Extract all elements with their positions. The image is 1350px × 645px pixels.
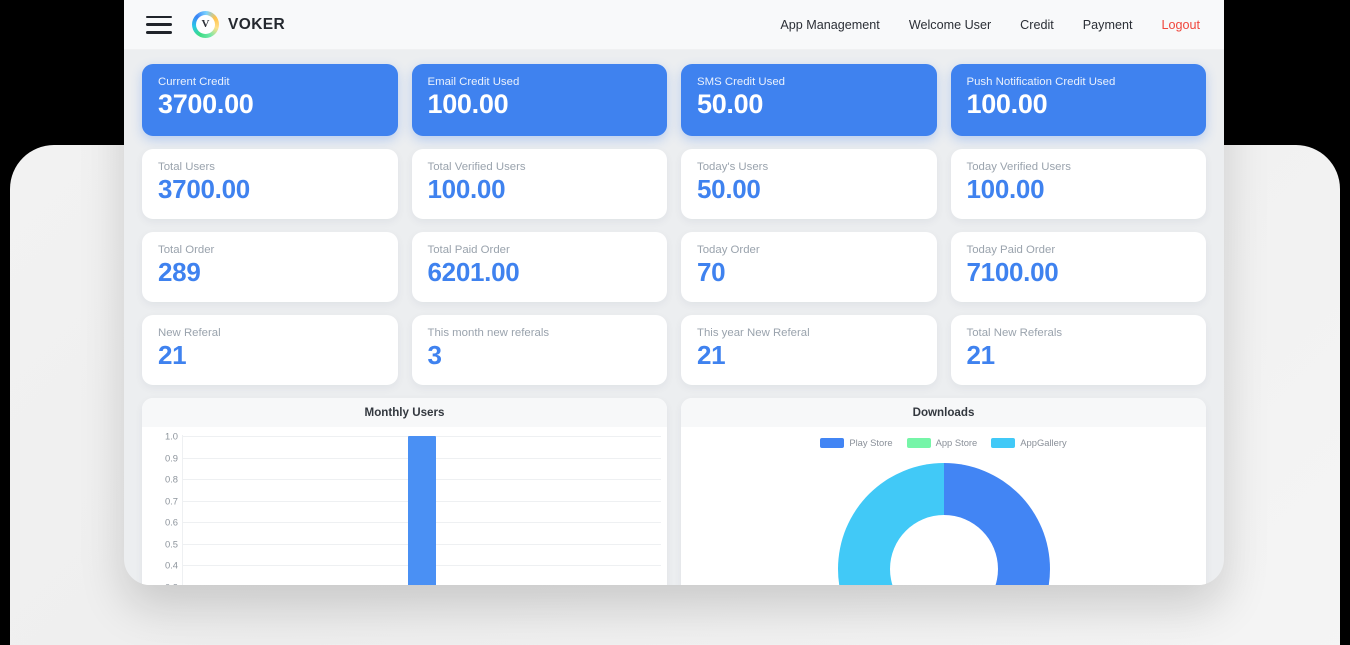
stat-label: Total Order: [158, 244, 215, 256]
stat-label: Current Credit: [158, 76, 230, 88]
stat-value: 3700.00: [158, 174, 250, 204]
y-axis-tick-label: 0.6: [164, 516, 178, 528]
y-axis-tick-label: 0.5: [164, 538, 178, 549]
dashboard-content: Current Credit 3700.00 Email Credit Used…: [124, 50, 1224, 585]
stat-card-total-users[interactable]: Total Users 3700.00: [142, 149, 398, 219]
legend-item[interactable]: Play Store: [820, 437, 893, 448]
legend-label: App Store: [935, 437, 978, 448]
bar[interactable]: [408, 436, 436, 585]
stat-card-email-credit-used[interactable]: Email Credit Used 100.00: [411, 64, 667, 136]
stat-value: 100.00: [427, 174, 506, 204]
bar-chart-plot-area[interactable]: 1.0 0.9 0.8 0.7 0.6 0.5 0.4 0.3: [142, 427, 667, 585]
stat-label: New Referal: [158, 327, 221, 339]
nav-item-welcome-user[interactable]: Welcome User: [909, 18, 991, 32]
nav-item-app-management[interactable]: App Management: [780, 18, 879, 32]
stat-value: 100.00: [427, 89, 509, 119]
stat-value: 3: [427, 340, 442, 370]
downloads-chart-card: Downloads Play Store App Store AppGallery: [681, 398, 1206, 585]
stat-card-total-new-referals[interactable]: Total New Referals 21: [950, 315, 1206, 385]
stat-value: 7100.00: [966, 257, 1059, 287]
legend-item[interactable]: AppGallery: [991, 437, 1067, 448]
stat-value: 6201.00: [427, 257, 520, 287]
legend-label: Play Store: [849, 437, 893, 448]
y-axis-tick-label: 0.4: [164, 559, 178, 571]
stat-card-current-credit[interactable]: Current Credit 3700.00: [142, 64, 398, 136]
stat-label: SMS Credit Used: [697, 76, 785, 88]
y-axis-tick-label: 0.3: [142, 581, 178, 585]
donut-chart-ring[interactable]: [837, 463, 1050, 585]
stat-card-today-paid-order[interactable]: Today Paid Order 7100.00: [950, 232, 1206, 302]
nav-item-payment[interactable]: Payment: [1083, 18, 1133, 32]
legend-item[interactable]: App Store: [906, 437, 978, 448]
stat-label: Email Credit Used: [427, 76, 520, 88]
stat-card-total-order[interactable]: Total Order 289: [142, 232, 398, 302]
stat-value: 21: [158, 340, 187, 370]
legend-color-swatch: [820, 437, 845, 448]
donut-chart-legend: Play Store App Store AppGallery: [681, 437, 1206, 448]
logo-mark-letter: V: [196, 15, 215, 34]
hamburger-menu-icon[interactable]: [146, 15, 172, 34]
stat-card-today-verified-users[interactable]: Today Verified Users 100.00: [950, 149, 1206, 219]
stat-value: 70: [697, 257, 726, 287]
stat-value: 289: [158, 257, 201, 287]
y-axis-tick-label: 1.0: [164, 430, 178, 442]
monthly-users-chart-card: Monthly Users 1.0 0.9 0.8 0.7 0.6 0.5 0.4 0.3: [142, 398, 667, 585]
users-stats-row: Total Users 3700.00 Total Verified Users…: [142, 149, 1206, 219]
stat-value: 3700.00: [158, 89, 254, 119]
stat-label: Total Paid Order: [427, 244, 510, 256]
stat-value: 21: [966, 340, 996, 370]
y-axis-tick-label: 0.8: [164, 473, 178, 485]
orders-stats-row: Total Order 289 Total Paid Order 6201.00…: [142, 232, 1206, 302]
donut-chart-hole: [889, 515, 998, 585]
stat-label: Today Order: [697, 244, 760, 256]
stat-label: Total New Referals: [966, 327, 1063, 339]
voker-logo-icon: V: [192, 11, 219, 38]
stat-label: Push Notification Credit Used: [966, 76, 1116, 88]
brand-name: VOKER: [228, 15, 286, 33]
brand-logo[interactable]: V VOKER: [192, 11, 285, 38]
stat-card-total-paid-order[interactable]: Total Paid Order 6201.00: [411, 232, 667, 302]
legend-color-swatch: [991, 437, 1016, 448]
stat-card-today-order[interactable]: Today Order 70: [681, 232, 937, 302]
stat-label: Total Users: [158, 161, 215, 173]
browser-window: V VOKER App Management Welcome User Cred…: [124, 0, 1224, 585]
stat-label: Total Verified Users: [427, 161, 526, 173]
chart-title: Downloads: [681, 398, 1206, 427]
stat-value: 21: [697, 340, 726, 370]
nav-item-credit[interactable]: Credit: [1020, 18, 1054, 32]
y-axis-tick-label: 0.9: [164, 452, 178, 463]
y-axis-line: [182, 435, 183, 585]
chart-title: Monthly Users: [142, 398, 667, 427]
stat-card-new-referal[interactable]: New Referal 21: [142, 315, 398, 385]
legend-color-swatch: [906, 437, 931, 448]
credit-stats-row: Current Credit 3700.00 Email Credit Used…: [142, 64, 1206, 136]
stat-card-this-year-new-referal[interactable]: This year New Referal 21: [681, 315, 937, 385]
donut-chart-plot-area[interactable]: Play Store App Store AppGallery: [681, 427, 1206, 585]
stat-card-total-verified-users[interactable]: Total Verified Users 100.00: [411, 149, 667, 219]
stat-value: 50.00: [697, 89, 764, 119]
referrals-stats-row: New Referal 21 This month new referals 3…: [142, 315, 1206, 385]
stat-card-todays-users[interactable]: Today's Users 50.00: [681, 149, 937, 219]
stat-value: 50.00: [697, 174, 761, 204]
charts-row: Monthly Users 1.0 0.9 0.8 0.7 0.6 0.5 0.4 0.3 D…: [142, 398, 1206, 585]
bar-chart-canvas: 1.0 0.9 0.8 0.7 0.6 0.5 0.4 0.3: [142, 427, 667, 585]
legend-label: AppGallery: [1020, 437, 1067, 448]
stat-label: Today Paid Order: [966, 244, 1056, 256]
stat-label: This month new referals: [427, 327, 550, 339]
stat-label: Today's Users: [697, 161, 769, 173]
stat-card-sms-credit-used[interactable]: SMS Credit Used 50.00: [681, 64, 937, 136]
stat-label: This year New Referal: [697, 327, 810, 339]
y-axis-tick-label: 0.7: [164, 495, 178, 506]
stat-label: Today Verified Users: [966, 161, 1071, 173]
nav-item-logout[interactable]: Logout: [1161, 18, 1200, 32]
top-navigation-bar: V VOKER App Management Welcome User Cred…: [124, 0, 1224, 50]
stat-value: 100.00: [966, 89, 1048, 119]
stat-card-this-month-new-referals[interactable]: This month new referals 3: [411, 315, 667, 385]
stat-value: 100.00: [966, 174, 1045, 204]
nav-links: App Management Welcome User Credit Payme…: [780, 18, 1200, 32]
stat-card-push-notification-credit-used[interactable]: Push Notification Credit Used 100.00: [950, 64, 1206, 136]
